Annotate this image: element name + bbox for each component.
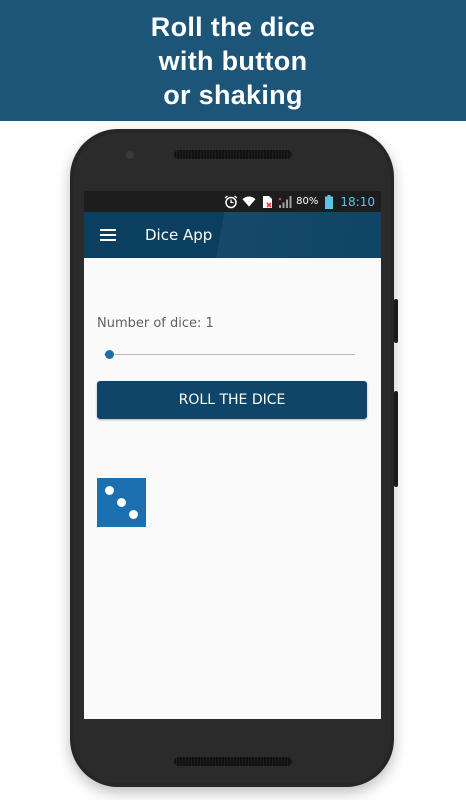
hamburger-menu-icon[interactable] bbox=[100, 229, 116, 241]
volume-button bbox=[394, 391, 398, 487]
roll-dice-button[interactable]: ROLL THE DICE bbox=[97, 381, 367, 419]
promo-line-2: with button bbox=[158, 45, 308, 76]
wifi-icon bbox=[242, 195, 256, 209]
bottom-speaker bbox=[174, 757, 292, 766]
slider-thumb[interactable] bbox=[105, 350, 114, 359]
alarm-icon bbox=[224, 194, 238, 209]
status-bar: 80% 18:10 bbox=[84, 191, 381, 212]
top-speaker bbox=[174, 150, 292, 159]
die-pip bbox=[117, 498, 126, 507]
promo-line-1: Roll the dice bbox=[150, 11, 316, 42]
dice-count-label: Number of dice: 1 bbox=[97, 316, 214, 331]
promo-line-3: or shaking bbox=[163, 79, 303, 110]
phone-screen: 80% 18:10 Dice App Number of dice: 1 ROL… bbox=[84, 191, 381, 719]
die-pip bbox=[105, 486, 114, 495]
app-bar: Dice App bbox=[84, 212, 381, 258]
sim-card-icon bbox=[260, 195, 274, 209]
signal-icon bbox=[278, 195, 292, 209]
front-camera bbox=[126, 151, 134, 159]
die-face bbox=[97, 478, 146, 527]
promo-banner: Roll the dice with button or shaking bbox=[0, 0, 466, 121]
app-title: Dice App bbox=[145, 226, 213, 244]
slider-track[interactable] bbox=[104, 354, 355, 355]
battery-icon bbox=[322, 194, 336, 209]
dice-count-slider[interactable] bbox=[104, 348, 355, 362]
power-button bbox=[394, 299, 398, 343]
battery-percent: 80% bbox=[296, 196, 319, 207]
status-time: 18:10 bbox=[340, 194, 375, 209]
die-pip bbox=[129, 510, 138, 519]
